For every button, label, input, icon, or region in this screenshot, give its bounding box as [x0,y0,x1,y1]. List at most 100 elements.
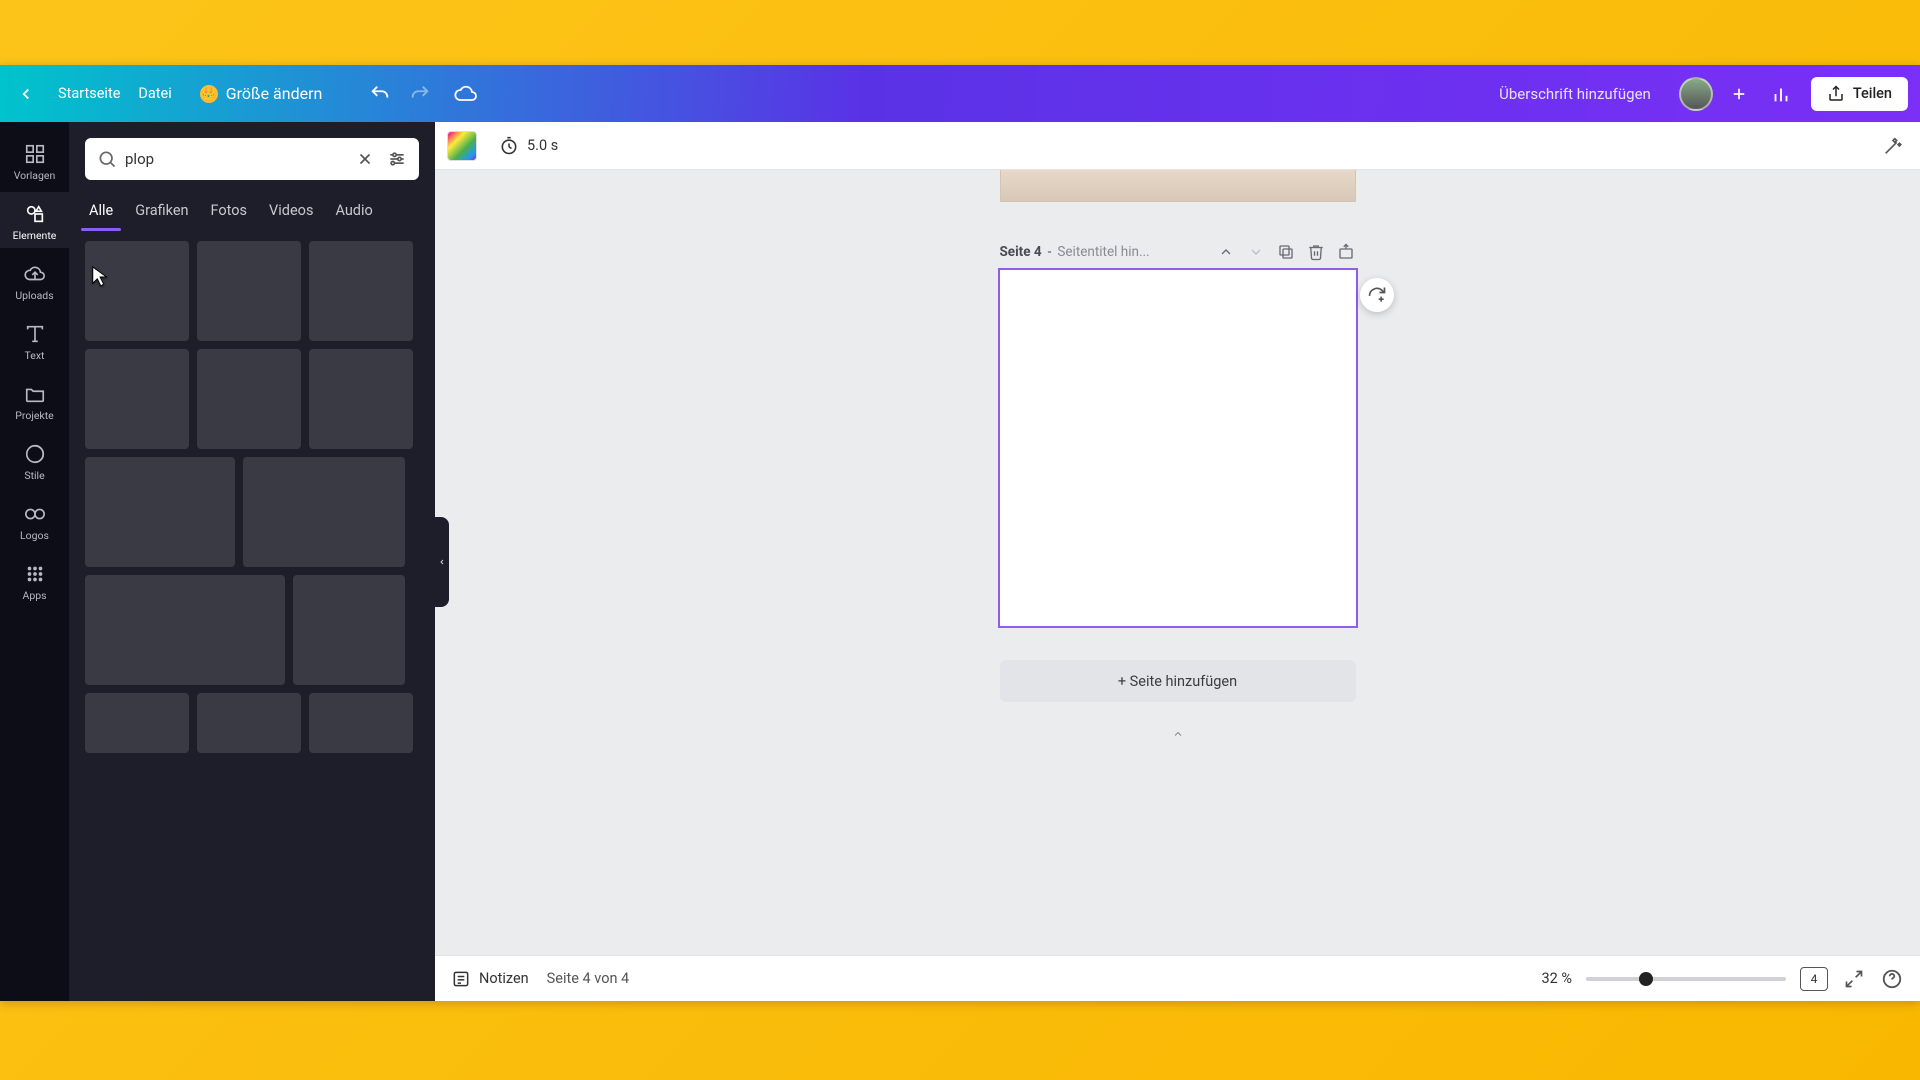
rail-apps[interactable]: Apps [0,552,69,608]
file-menu[interactable]: Datei [138,85,171,102]
undo-redo-group [368,82,478,106]
share-button[interactable]: Teilen [1811,77,1908,111]
rail-elements[interactable]: Elemente [0,192,69,248]
cloud-sync-icon[interactable] [454,82,478,106]
result-thumb[interactable] [309,693,413,753]
resize-button[interactable]: 👑 Größe ändern [200,84,323,103]
result-thumb[interactable] [85,693,189,753]
result-thumb[interactable] [197,693,301,753]
duplicate-page-button[interactable] [1276,242,1296,262]
rail-elements-label: Elemente [13,229,57,242]
app-window: Startseite Datei 👑 Größe ändern Überschr… [0,65,1920,1001]
projects-icon [23,382,47,406]
duration-value: 5.0 s [527,137,558,154]
rail-uploads-label: Uploads [15,289,53,302]
design-title-input[interactable]: Überschrift hinzufügen [1489,79,1661,109]
tab-audio[interactable]: Audio [333,194,374,229]
logos-icon [23,502,47,526]
page-canvas[interactable] [1000,270,1356,626]
context-toolbar: 5.0 s [435,122,1920,170]
zoom-thumb[interactable] [1639,972,1653,986]
clear-search-button[interactable] [353,147,377,171]
templates-icon [23,142,47,166]
filters-button[interactable] [385,147,409,171]
insights-button[interactable] [1769,82,1793,106]
previous-page-preview[interactable] [1000,170,1356,202]
rail-apps-label: Apps [22,589,46,602]
search-container [85,138,419,180]
share-label: Teilen [1853,85,1892,102]
rail-templates[interactable]: Vorlagen [0,132,69,188]
apps-icon [23,562,47,586]
rail-text-label: Text [25,349,45,362]
canvas-scroll[interactable]: Seite 4 - Seitentitel hin... [435,170,1920,955]
regenerate-button[interactable] [1360,278,1394,312]
uploads-icon [23,262,47,286]
background-color-button[interactable] [447,131,477,161]
topbar: Startseite Datei 👑 Größe ändern Überschr… [0,65,1920,122]
search-input[interactable] [125,150,345,168]
add-page-button[interactable]: + Seite hinzufügen [1000,660,1356,702]
notes-icon [451,969,471,989]
rail-logos[interactable]: Logos [0,492,69,548]
move-page-down-button[interactable] [1246,242,1266,262]
duration-button[interactable]: 5.0 s [491,132,566,160]
back-button[interactable] [12,80,40,108]
home-link[interactable]: Startseite [58,85,120,102]
user-avatar[interactable] [1679,77,1713,111]
result-thumb[interactable] [197,349,301,449]
delete-page-button[interactable] [1306,242,1326,262]
rail-projects-label: Projekte [15,409,53,422]
page-counter: Seite 4 von 4 [547,970,630,987]
rail-logos-label: Logos [20,529,49,542]
expand-timeline-button[interactable] [1169,728,1187,740]
rail-styles-label: Stile [24,469,44,482]
result-thumb[interactable] [243,457,405,567]
results-grid [69,229,435,1001]
result-thumb[interactable] [293,575,405,685]
result-thumb[interactable] [85,349,189,449]
page-header: Seite 4 - Seitentitel hin... [1000,242,1356,262]
result-thumb[interactable] [197,241,301,341]
page-title-input[interactable]: Seitentitel hin... [1057,244,1149,260]
rail-uploads[interactable]: Uploads [0,252,69,308]
fullscreen-button[interactable] [1842,967,1866,991]
result-thumb[interactable] [85,575,285,685]
notes-label: Notizen [479,970,529,987]
result-thumb[interactable] [85,457,235,567]
undo-button[interactable] [368,82,392,106]
add-collaborator-button[interactable] [1725,80,1753,108]
element-tabs: Alle Grafiken Fotos Videos Audio [69,194,435,229]
page-number-label: Seite 4 [1000,244,1042,260]
share-icon [1827,85,1845,103]
main-area: Vorlagen Elemente Uploads Text Projekte … [0,122,1920,1001]
result-thumb[interactable] [309,349,413,449]
result-thumb[interactable] [85,241,189,341]
add-page-above-button[interactable] [1336,242,1356,262]
tab-all[interactable]: Alle [87,194,115,229]
zoom-slider[interactable] [1586,977,1786,981]
redo-button[interactable] [408,82,432,106]
canvas-area: 5.0 s Seite 4 - Seitentitel hin... [435,122,1920,1001]
text-icon [23,322,47,346]
notes-button[interactable]: Notizen [451,969,529,989]
animate-button[interactable] [1878,131,1908,161]
result-thumb[interactable] [309,241,413,341]
rail-text[interactable]: Text [0,312,69,368]
rail-templates-label: Vorlagen [14,169,56,182]
page-grid-button[interactable]: 4 [1800,967,1828,991]
tool-rail: Vorlagen Elemente Uploads Text Projekte … [0,122,69,1001]
tab-photos[interactable]: Fotos [209,194,250,229]
rail-projects[interactable]: Projekte [0,372,69,428]
crown-icon: 👑 [200,85,218,103]
topbar-left: Startseite Datei 👑 Größe ändern [12,80,478,108]
rail-styles[interactable]: Stile [0,432,69,488]
search-icon [97,149,117,169]
styles-icon [23,442,47,466]
zoom-value[interactable]: 32 % [1541,970,1572,987]
elements-icon [23,202,47,226]
help-button[interactable] [1880,967,1904,991]
tab-graphics[interactable]: Grafiken [133,194,190,229]
tab-videos[interactable]: Videos [267,194,315,229]
move-page-up-button[interactable] [1216,242,1236,262]
